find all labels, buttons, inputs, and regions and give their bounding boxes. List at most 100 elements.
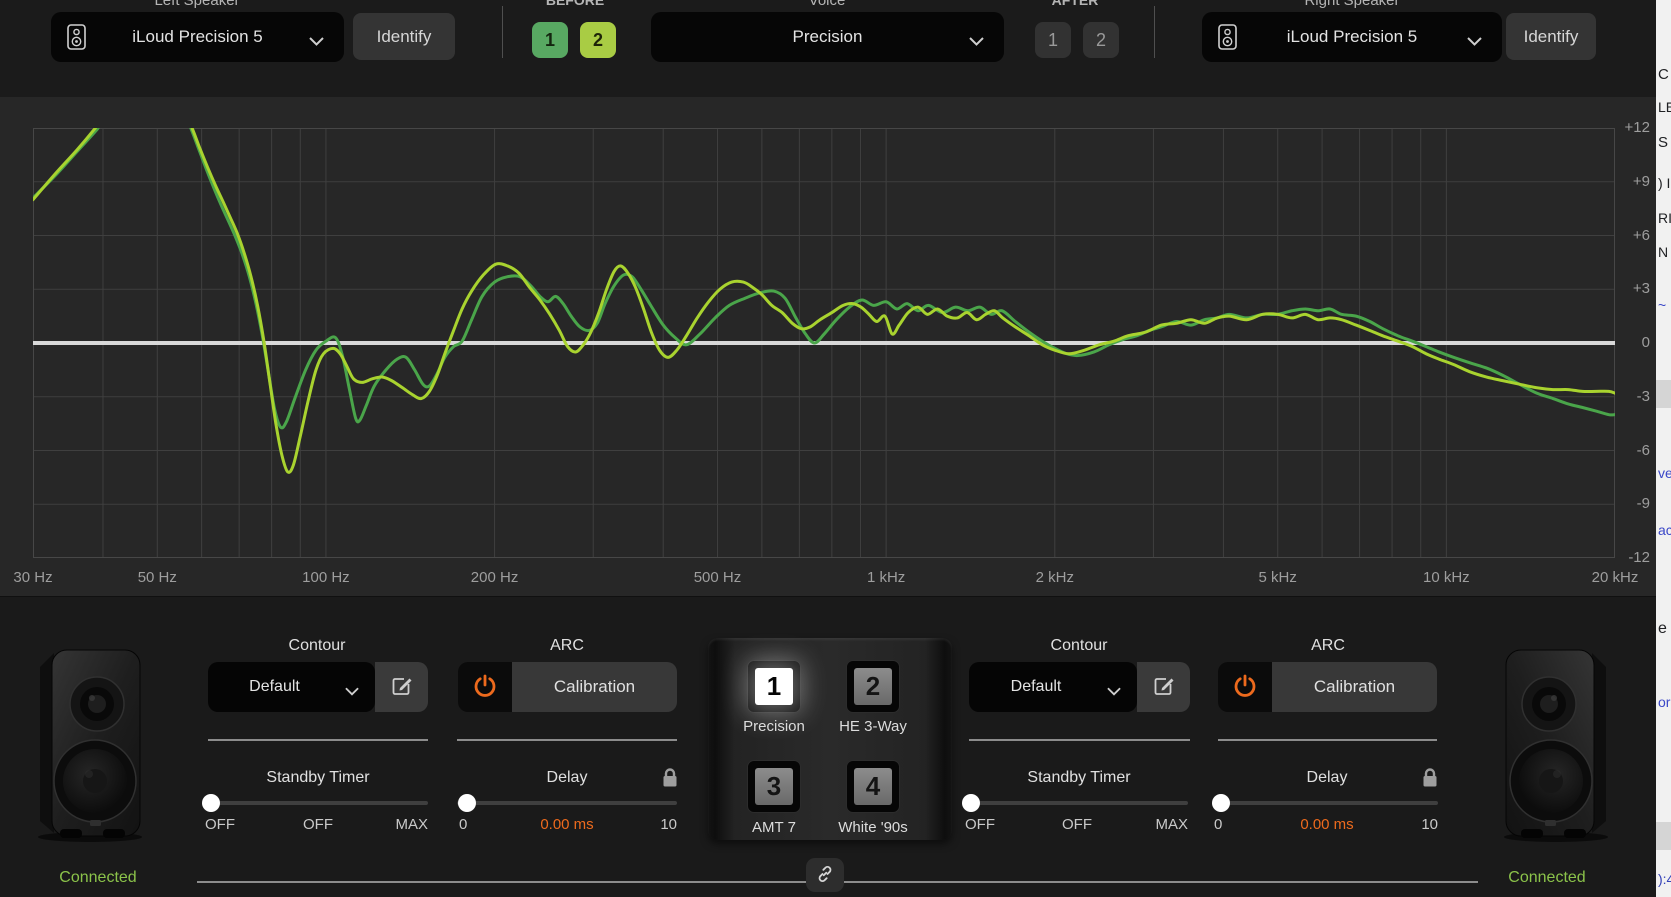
- y-tick--12: -12: [1628, 549, 1650, 566]
- background-window-text-fragment-6: ~: [1658, 297, 1667, 313]
- y-tick--6: -6: [1636, 441, 1650, 459]
- left-arc-power-button[interactable]: [458, 662, 512, 712]
- background-window-text-fragment-5: N: [1658, 244, 1669, 260]
- right-delay-slider-thumb[interactable]: [1212, 794, 1230, 812]
- edit-pencil-icon: [1152, 674, 1176, 701]
- background-window-band-1: [1656, 822, 1671, 850]
- left-standby-slider-thumb[interactable]: [202, 794, 220, 812]
- right-standby-mid: OFF: [1062, 816, 1092, 833]
- preset-3-label: AMT 7: [752, 819, 796, 836]
- preset-4-label: White '90s: [838, 819, 908, 836]
- y-tick-0: 0: [1641, 334, 1650, 351]
- right-delay-slider-track[interactable]: [1212, 801, 1438, 805]
- right-delay-max: 10: [1421, 816, 1438, 833]
- right-contour-edit-button[interactable]: [1137, 662, 1190, 712]
- background-window-edge: C LE S) I RI N ~ ve ac e or):4: [1656, 0, 1671, 897]
- top-bar: Left Speaker BEFORE Voice AFTER Right Sp…: [0, 0, 1656, 97]
- left-standby-max: MAX: [395, 816, 428, 833]
- lock-icon: [1421, 767, 1439, 794]
- before-1-button[interactable]: 1: [532, 22, 568, 58]
- power-icon: [472, 673, 498, 702]
- preset-3-button[interactable]: 3: [747, 760, 801, 813]
- chevron-down-icon: [309, 33, 324, 51]
- background-window-band-0: [1656, 380, 1671, 408]
- right-speaker-value: iLoud Precision 5: [1286, 27, 1418, 46]
- preset-4-key: 4: [854, 768, 892, 805]
- chevron-down-icon: [1467, 33, 1482, 51]
- frequency-response-plot: [33, 128, 1615, 558]
- after-2-button[interactable]: 2: [1083, 22, 1119, 58]
- left-speaker-dropdown[interactable]: iLoud Precision 5: [51, 12, 344, 62]
- chevron-down-icon: [969, 33, 984, 51]
- right-delay-min: 0: [1214, 816, 1223, 833]
- power-icon: [1232, 673, 1258, 702]
- preset-1-button[interactable]: 1: [747, 660, 801, 713]
- right-contour-value: Default: [1010, 678, 1062, 695]
- left-contour-dropdown[interactable]: Default: [208, 662, 375, 712]
- preset-1-label: Precision: [743, 718, 805, 735]
- left-speaker-label: Left Speaker: [154, 0, 240, 9]
- background-window-text-fragment-8: ac: [1658, 522, 1671, 538]
- left-contour-edit-button[interactable]: [375, 662, 428, 712]
- preset-3-key: 3: [755, 768, 793, 805]
- y-tick--3: -3: [1636, 387, 1650, 405]
- voice-label: Voice: [808, 0, 846, 9]
- y-tick-+6: +6: [1632, 226, 1650, 244]
- preset-2-button[interactable]: 2: [846, 660, 900, 713]
- left-delay-min: 0: [459, 816, 468, 833]
- left-standby-mid: OFF: [303, 816, 333, 833]
- left-delay-label: Delay: [546, 769, 588, 786]
- x-tick-200-hz: 200 Hz: [470, 569, 519, 586]
- x-tick-1-khz: 1 kHz: [866, 569, 906, 586]
- after-1-button[interactable]: 1: [1035, 22, 1071, 58]
- preset-4-button[interactable]: 4: [846, 760, 900, 813]
- right-identify-button[interactable]: Identify: [1506, 13, 1596, 60]
- right-standby-slider-track[interactable]: [962, 801, 1188, 805]
- left-delay-slider-track[interactable]: [457, 801, 677, 805]
- right-arc-divider: [1218, 739, 1437, 741]
- right-arc-power-button[interactable]: [1218, 662, 1272, 712]
- chevron-down-icon: [345, 683, 359, 701]
- left-arc-label: ARC: [550, 637, 584, 654]
- curve-before-measurement-2-right: [33, 128, 1615, 474]
- left-contour-value: Default: [249, 678, 300, 695]
- x-tick-30-hz: 30 Hz: [13, 569, 53, 586]
- left-contour-divider: [208, 739, 428, 741]
- x-tick-100-hz: 100 Hz: [302, 569, 350, 586]
- left-speaker-image: [38, 649, 142, 842]
- y-tick--9: -9: [1636, 495, 1650, 513]
- left-speaker-value: iLoud Precision 5: [132, 27, 263, 46]
- y-tick-+3: +3: [1632, 280, 1650, 298]
- background-window-text-fragment-2: S: [1658, 134, 1669, 151]
- right-standby-min: OFF: [965, 816, 995, 833]
- background-window-text-fragment-0: C: [1658, 66, 1669, 83]
- right-arc-label: ARC: [1311, 637, 1345, 654]
- x-tick-500-hz: 500 Hz: [693, 569, 742, 586]
- voice-dropdown[interactable]: Precision: [651, 12, 1004, 62]
- left-standby-slider-track[interactable]: [203, 801, 428, 805]
- before-2-button[interactable]: 2: [580, 22, 616, 58]
- top-divider-right: [1154, 6, 1155, 58]
- stereo-link-button[interactable]: [806, 858, 844, 892]
- y-tick-+12: +12: [1624, 119, 1650, 136]
- left-delay-slider-thumb[interactable]: [458, 794, 476, 812]
- right-standby-max: MAX: [1155, 816, 1188, 833]
- right-connected-status: Connected: [1508, 869, 1586, 886]
- right-contour-dropdown[interactable]: Default: [969, 662, 1137, 712]
- x-tick-2-khz: 2 kHz: [1035, 569, 1074, 586]
- left-identify-button[interactable]: Identify: [353, 13, 455, 60]
- right-speaker-label: Right Speaker: [1304, 0, 1400, 9]
- x-tick-50-hz: 50 Hz: [137, 569, 177, 586]
- voice-value: Precision: [792, 27, 863, 46]
- right-delay-value: 0.00 ms: [1300, 816, 1354, 833]
- left-standby-label: Standby Timer: [266, 769, 370, 786]
- background-window-text-fragment-11: ):4: [1658, 871, 1671, 887]
- background-window-text-fragment-4: RI: [1658, 210, 1671, 226]
- right-calibration-button[interactable]: Calibration: [1272, 662, 1437, 712]
- right-speaker-dropdown[interactable]: iLoud Precision 5: [1202, 12, 1502, 62]
- left-calibration-button[interactable]: Calibration: [512, 662, 677, 712]
- right-arc-control: Calibration: [1218, 662, 1437, 712]
- right-standby-slider-thumb[interactable]: [962, 794, 980, 812]
- background-window-text-fragment-9: e: [1658, 620, 1667, 637]
- background-window-text-fragment-10: or: [1658, 694, 1671, 710]
